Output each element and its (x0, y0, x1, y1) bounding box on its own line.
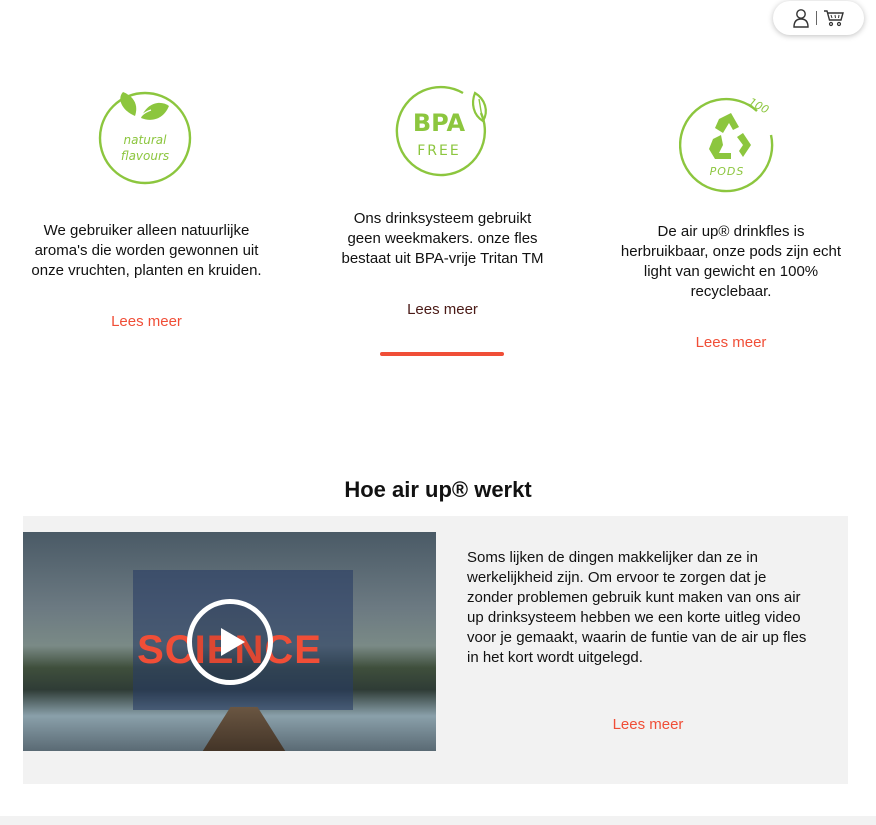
cart-icon[interactable] (823, 9, 845, 27)
pill-divider (816, 11, 817, 25)
natural-flavours-badge: natural flavours (98, 91, 191, 185)
svg-text:BPA: BPA (412, 109, 465, 137)
feature-description: Ons drinksysteem gebruikt geen weekmaker… (341, 210, 544, 267)
user-icon[interactable] (792, 8, 810, 28)
read-more-link[interactable]: Lees meer (111, 313, 182, 330)
read-more-link[interactable]: Lees meer (696, 334, 767, 351)
bpa-free-badge: BPA FREE (395, 85, 487, 177)
section-title: Hoe air up® werkt (344, 477, 532, 502)
feature-bpa-free: BPA FREE Ons drinksysteem gebruikt geen … (335, 85, 550, 319)
feature-natural-flavours: natural flavours We gebruiker alleen nat… (30, 88, 263, 331)
svg-text:natural: natural (123, 133, 167, 147)
bottom-section-edge (0, 816, 876, 825)
recycle-100-badge: 100 PODS (679, 95, 774, 193)
svg-text:100: 100 (746, 95, 771, 116)
how-it-works-description: Soms lijken de dingen makkelijker dan ze… (467, 549, 807, 666)
read-more-link[interactable]: Lees meer (407, 301, 478, 318)
read-more-link[interactable]: Lees meer (613, 716, 684, 733)
svg-text:FREE: FREE (417, 143, 460, 159)
video-dock-graphic (199, 707, 289, 751)
account-cart-pill (773, 1, 864, 35)
svg-text:PODS: PODS (710, 165, 745, 178)
feature-description: De air up® drinkfles is herbruikbaar, on… (620, 223, 842, 300)
play-icon[interactable] (187, 599, 273, 685)
how-it-works-card: SCIENCE Soms lijken de dingen makkelijke… (23, 516, 848, 784)
svg-text:flavours: flavours (120, 149, 168, 163)
video-player[interactable]: SCIENCE (23, 532, 436, 751)
feature-description: We gebruiker alleen natuurlijke aroma's … (31, 222, 262, 279)
feature-recyclable-pods: 100 PODS De air up® drinkfles is herbrui… (620, 95, 842, 352)
active-link-underline (380, 352, 504, 356)
